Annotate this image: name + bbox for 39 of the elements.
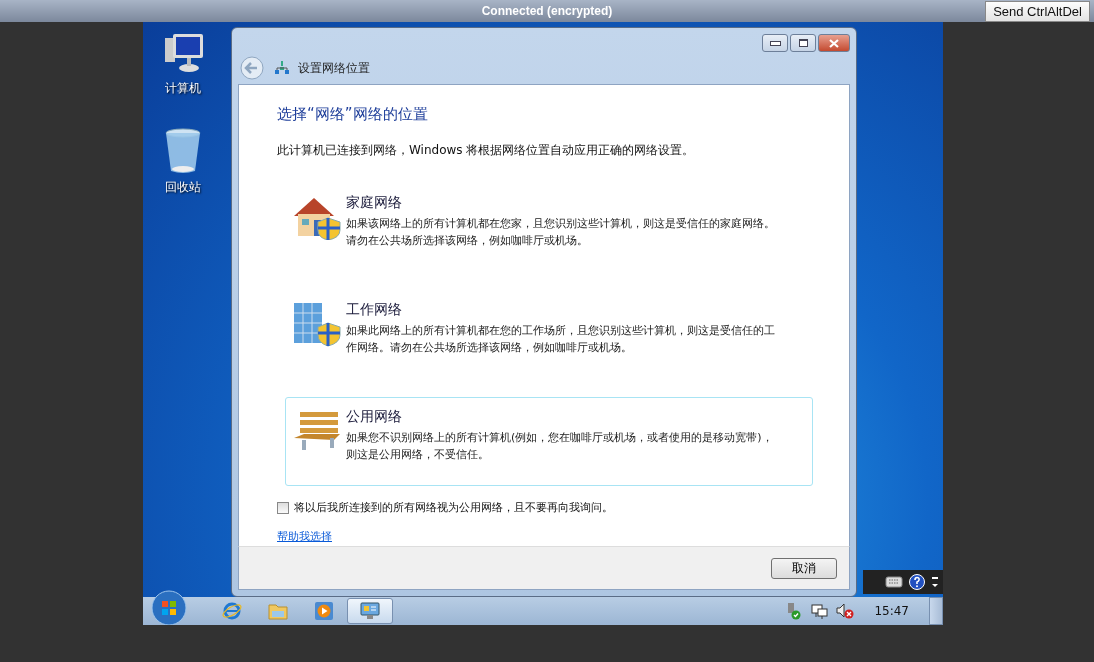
cancel-button[interactable]: 取消 — [771, 557, 837, 579]
speaker-muted-icon[interactable] — [836, 602, 855, 620]
network-option[interactable]: 工作网络 如果此网络上的所有计算机都在您的工作场所，且您识别这些计算机，则这是受信任的工作网络。请勿在公共场所选择该网络，例如咖啡厅或机场。 — [285, 290, 813, 379]
help-icon[interactable] — [909, 574, 925, 590]
option-title: 工作网络 — [346, 301, 403, 319]
help-link[interactable]: 帮助我选择 — [277, 529, 332, 544]
folder-icon — [268, 602, 288, 620]
option-description: 如果此网络上的所有计算机都在您的工作场所，且您识别这些计算机，则这是受信任的工作网络。请勿在公共场所选择该网络，例如咖啡厅或机场。 — [346, 323, 776, 356]
option-description: 如果您不识别网络上的所有计算机(例如，您在咖啡厅或机场，或者使用的是移动宽带)，则这是公用网络，不受信任。 — [346, 430, 774, 463]
connection-status: Connected (encrypted) — [481, 4, 613, 18]
send-ctrl-alt-del-button[interactable]: Send CtrlAltDel — [985, 1, 1090, 22]
close-icon — [829, 38, 839, 48]
option-description: 如果该网络上的所有计算机都在您家，且您识别这些计算机，则这是受信任的家庭网络。请勿在公共场所选择该网络，例如咖啡厅或机场。 — [346, 216, 776, 249]
maximize-button[interactable] — [790, 34, 816, 52]
recycle-bin-icon[interactable] — [163, 127, 203, 175]
minimize-button[interactable] — [762, 34, 788, 52]
media-player-icon — [314, 601, 334, 621]
option-title: 公用网络 — [346, 408, 403, 426]
browser-e-icon — [222, 601, 242, 621]
keyboard-icon[interactable] — [885, 576, 903, 588]
start-button[interactable] — [151, 590, 187, 625]
network-center-icon — [360, 602, 380, 620]
close-button[interactable] — [818, 34, 850, 52]
network-icon — [274, 60, 290, 76]
network-option[interactable]: 公用网络 如果您不识别网络上的所有计算机(例如，您在咖啡厅或机场，或者使用的是移动宽带)，则这是公用网络，不受信任。 — [285, 397, 813, 486]
intro-text: 此计算机已连接到网络，Windows 将根据网络位置自动应用正确的网络设置。 — [277, 142, 696, 159]
page-heading: 选择“网络”网络的位置 — [277, 105, 429, 124]
desktop-icon-label: 回收站 — [165, 179, 201, 196]
building-with-shield-icon — [292, 301, 342, 347]
desktop-icon-label: 计算机 — [165, 80, 201, 97]
network-option[interactable]: 家庭网络 如果该网络上的所有计算机都在您家，且您识别这些计算机，则这是受信任的家庭网络。请勿在公共场所选择该网络，例如咖啡厅或机场。 — [285, 183, 813, 272]
option-title: 家庭网络 — [346, 194, 403, 212]
clock[interactable]: 15:47 — [874, 604, 909, 618]
network-monitor-icon[interactable] — [810, 602, 829, 620]
checkbox[interactable] — [277, 501, 289, 514]
checkbox-label: 将以后我所连接到的所有网络视为公用网络，且不要再向我询问。 — [294, 500, 613, 515]
minimize-icon[interactable] — [931, 574, 939, 590]
taskbar-button[interactable] — [347, 598, 393, 624]
window-title: 设置网络位置 — [298, 59, 370, 77]
